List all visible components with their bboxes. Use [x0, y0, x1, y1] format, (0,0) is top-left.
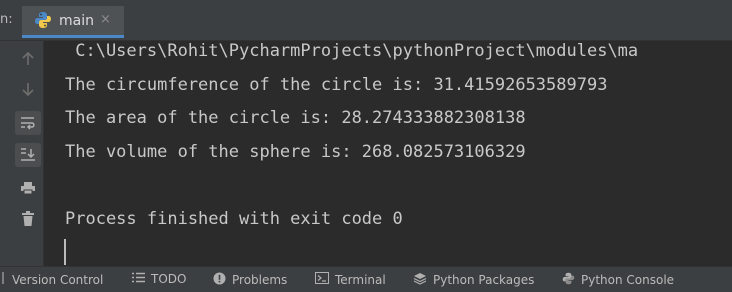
trash-icon[interactable]: [15, 207, 41, 231]
layers-icon: [413, 272, 427, 288]
console-command-line: C:\Users\Rohit\PycharmProjects\pythonPro…: [65, 41, 639, 61]
process-exit-line: Process finished with exit code 0: [65, 209, 403, 229]
version-control-button[interactable]: Version Control: [0, 272, 103, 287]
version-control-label: Version Control: [12, 272, 104, 287]
console-toolbar: [0, 41, 44, 266]
problems-button[interactable]: Problems: [213, 272, 287, 288]
list-icon: [132, 272, 145, 286]
tab-title: main: [59, 13, 94, 29]
scroll-to-end-icon[interactable]: [15, 143, 41, 167]
python-icon: [34, 11, 52, 29]
todo-label: TODO: [151, 272, 187, 286]
terminal-label: Terminal: [335, 272, 386, 287]
print-icon[interactable]: [15, 176, 41, 200]
up-arrow-icon[interactable]: [15, 47, 41, 71]
down-arrow-icon[interactable]: [15, 77, 41, 101]
tool-window-bar: Version Control TODO Problems Terminal P…: [0, 266, 732, 292]
run-label: n:: [0, 12, 13, 27]
close-icon[interactable]: ×: [100, 12, 111, 27]
console-output-line: The circumference of the circle is: 31.4…: [65, 75, 608, 95]
problems-label: Problems: [232, 273, 288, 287]
tab-selected-indicator: [22, 35, 124, 38]
python-packages-label: Python Packages: [433, 273, 535, 287]
version-control-icon: [0, 272, 6, 287]
python-console-label: Python Console: [581, 273, 675, 287]
run-tool-window-header: n: main ×: [0, 0, 732, 41]
console-output[interactable]: C:\Users\Rohit\PycharmProjects\pythonPro…: [44, 41, 732, 266]
soft-wrap-icon[interactable]: [15, 111, 41, 135]
console-output-line: The volume of the sphere is: 268.0825731…: [65, 142, 526, 162]
problems-icon: [213, 272, 226, 288]
todo-button[interactable]: TODO: [132, 272, 186, 286]
text-caret: [64, 239, 66, 265]
python-console-icon: [562, 272, 575, 288]
terminal-button[interactable]: Terminal: [315, 272, 386, 287]
python-console-button[interactable]: Python Console: [562, 272, 674, 288]
console-output-line: The area of the circle is: 28.2743338823…: [65, 108, 526, 128]
tab-main[interactable]: main ×: [22, 6, 124, 38]
terminal-icon: [315, 272, 329, 287]
python-packages-button[interactable]: Python Packages: [413, 272, 534, 288]
